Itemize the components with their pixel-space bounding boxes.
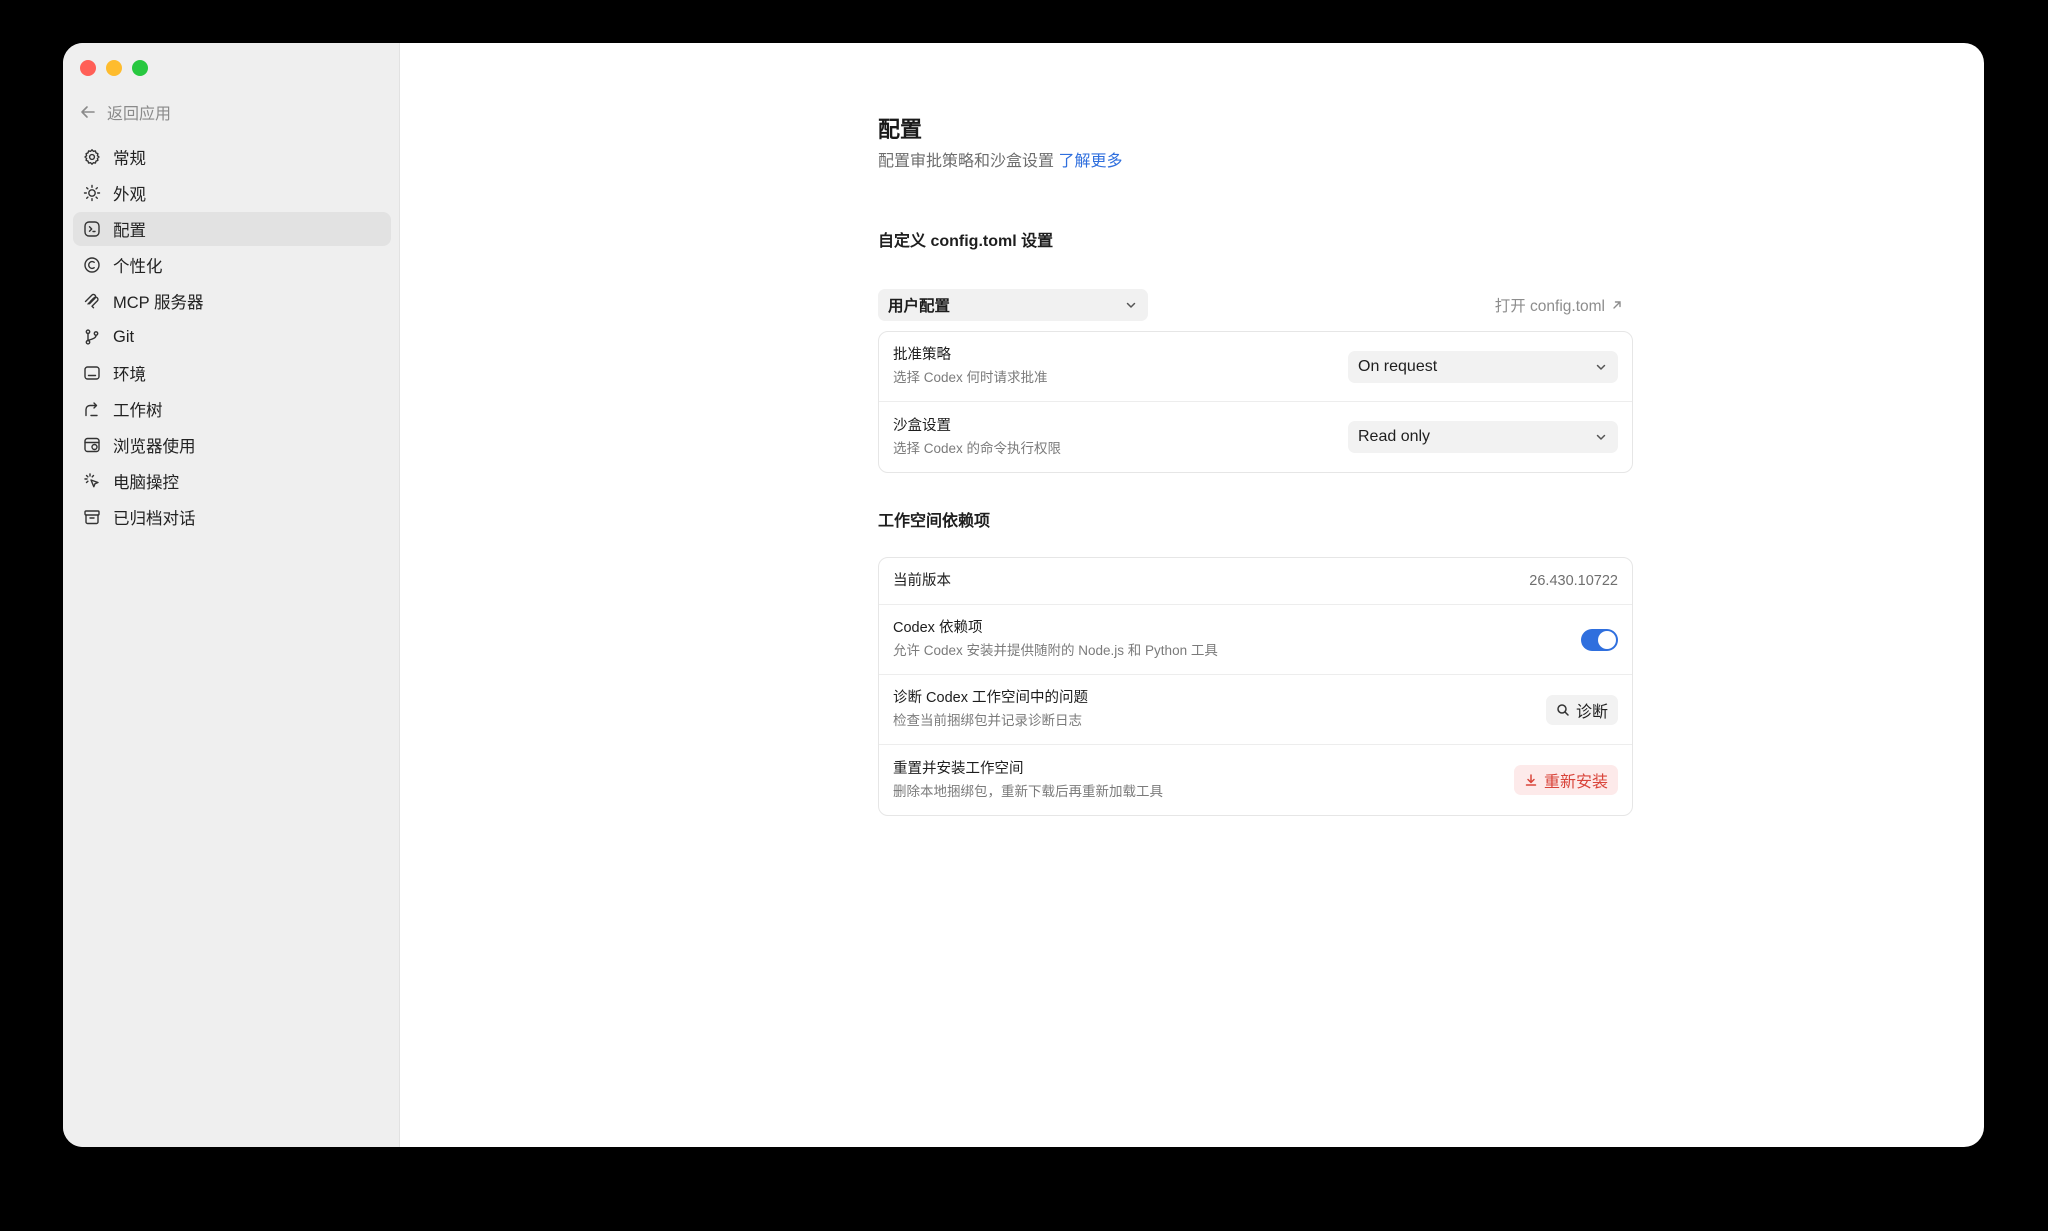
- diagnose-text: 诊断 Codex 工作空间中的问题 检查当前捆绑包并记录诊断日志: [893, 688, 1088, 731]
- git-branch-icon: [85, 329, 99, 345]
- open-config-link[interactable]: 打开 config.toml: [1495, 294, 1623, 316]
- subtitle-text: 配置审批策略和沙盒设置: [878, 153, 1055, 170]
- diagnose-button-label: 诊断: [1575, 703, 1608, 721]
- sidebar-item-label: 常规: [113, 150, 146, 168]
- open-config-label: 打开 config.toml: [1494, 298, 1605, 315]
- sandbox-label: 沙盒设置: [893, 417, 951, 434]
- sandbox-text: 沙盒设置 选择 Codex 的命令执行权限: [893, 416, 1061, 459]
- custom-config-section-title: 自定义 config.toml 设置: [878, 233, 1054, 250]
- download-icon: [1525, 774, 1537, 786]
- chevron-down-icon: [1126, 302, 1136, 308]
- maximize-window-button[interactable]: [132, 60, 148, 76]
- profile-select-value: 用户配置: [888, 298, 951, 315]
- close-window-button[interactable]: [80, 60, 96, 76]
- sandbox-select[interactable]: Read only: [1348, 421, 1618, 453]
- mcp-icon: [84, 293, 99, 309]
- reset-desc: 删除本地捆绑包，重新下载后再重新加载工具: [893, 783, 1163, 799]
- workspace-card: 当前版本 26.430.10722 Codex 依赖项 允许 Codex 安装并…: [878, 557, 1633, 816]
- sidebar-item-archived-chats[interactable]: 已归档对话: [73, 500, 391, 534]
- sidebar-item-personalization[interactable]: 个性化: [73, 248, 391, 282]
- version-row: 当前版本 26.430.10722: [879, 558, 1632, 605]
- sidebar-item-label: 电脑操控: [113, 474, 179, 492]
- sidebar-item-environment[interactable]: 环境: [73, 356, 391, 390]
- minimize-window-button[interactable]: [106, 60, 122, 76]
- version-text: 当前版本: [893, 571, 951, 591]
- policy-card: 批准策略 选择 Codex 何时请求批准 On request 沙盒设置 选择 …: [878, 331, 1633, 473]
- toggle-knob: [1598, 630, 1616, 649]
- approval-policy-row: 批准策略 选择 Codex 何时请求批准 On request: [879, 332, 1632, 402]
- profile-select[interactable]: 用户配置: [878, 289, 1148, 321]
- main-panel: 配置 配置审批策略和沙盒设置 了解更多 自定义 config.toml 设置 用…: [400, 43, 1984, 1147]
- workspace-section-title: 工作空间依赖项: [878, 513, 991, 530]
- approval-policy-text: 批准策略 选择 Codex 何时请求批准: [893, 345, 1048, 388]
- sidebar-item-computer-control[interactable]: 电脑操控: [73, 464, 391, 498]
- reset-row: 重置并安装工作空间 删除本地捆绑包，重新下载后再重新加载工具 重新安装: [879, 745, 1632, 815]
- sun-icon: [83, 184, 101, 202]
- chevron-down-icon: [1596, 434, 1606, 440]
- sidebar-item-browser-use[interactable]: 浏览器使用: [73, 428, 391, 462]
- sidebar-item-git[interactable]: Git: [73, 320, 391, 354]
- codex-deps-desc: 允许 Codex 安装并提供随附的 Node.js 和 Python 工具: [893, 643, 1218, 658]
- codex-deps-text: Codex 依赖项 允许 Codex 安装并提供随附的 Node.js 和 Py…: [893, 618, 1218, 661]
- version-value: 26.430.10722: [1529, 573, 1618, 589]
- approval-policy-desc: 选择 Codex 何时请求批准: [893, 370, 1048, 385]
- back-to-app-button[interactable]: 返回应用: [79, 99, 171, 125]
- config-content: 配置 配置审批策略和沙盒设置 了解更多 自定义 config.toml 设置 用…: [878, 115, 1633, 816]
- version-label: 当前版本: [893, 573, 951, 589]
- reset-text: 重置并安装工作空间 删除本地捆绑包，重新下载后再重新加载工具: [893, 759, 1163, 802]
- personalize-icon: [84, 257, 100, 273]
- sidebar-item-label: MCP 服务器: [113, 294, 204, 312]
- diagnose-label: 诊断 Codex 工作空间中的问题: [893, 690, 1088, 706]
- approval-policy-value: On request: [1358, 357, 1438, 375]
- sidebar-item-label: 个性化: [113, 258, 163, 276]
- diagnose-desc: 检查当前捆绑包并记录诊断日志: [893, 713, 1082, 728]
- sidebar-item-appearance[interactable]: 外观: [73, 176, 391, 210]
- back-label: 返回应用: [107, 106, 172, 123]
- reinstall-button-label: 重新安装: [1543, 774, 1608, 791]
- learn-more-link[interactable]: 了解更多: [1058, 153, 1122, 170]
- worktree-icon: [85, 402, 98, 417]
- reset-label: 重置并安装工作空间: [893, 760, 1024, 777]
- diagnose-button[interactable]: 诊断: [1545, 694, 1618, 725]
- sidebar-item-label: Git: [113, 327, 135, 346]
- sandbox-value: Read only: [1358, 428, 1431, 445]
- config-toolbar: 用户配置 打开 config.toml: [878, 289, 1633, 321]
- sidebar: 返回应用 常规 外观 配置 个性化 MCP 服务器 Git 环境 工作树 浏览器…: [63, 43, 400, 1147]
- codex-deps-toggle[interactable]: [1581, 628, 1618, 651]
- sidebar-item-label: 外观: [113, 186, 146, 204]
- cursor-click-icon: [84, 473, 99, 488]
- sidebar-item-mcp-servers[interactable]: MCP 服务器: [73, 284, 391, 318]
- sidebar-item-label: 已归档对话: [113, 510, 196, 528]
- archive-icon: [84, 510, 100, 525]
- reinstall-button[interactable]: 重新安装: [1513, 765, 1618, 795]
- page-title: 配置: [878, 117, 923, 142]
- sidebar-item-config[interactable]: 配置: [73, 212, 391, 246]
- sandbox-desc: 选择 Codex 的命令执行权限: [893, 440, 1062, 456]
- codex-deps-row: Codex 依赖项 允许 Codex 安装并提供随附的 Node.js 和 Py…: [879, 605, 1632, 675]
- sidebar-item-label: 工作树: [113, 402, 163, 420]
- window-controls: [80, 60, 148, 76]
- page-subtitle: 配置审批策略和沙盒设置 了解更多: [878, 151, 1633, 173]
- codex-deps-label: Codex 依赖项: [893, 620, 983, 636]
- code-badge-icon: [84, 221, 100, 237]
- settings-window: 返回应用 常规 外观 配置 个性化 MCP 服务器 Git 环境 工作树 浏览器…: [63, 43, 1984, 1147]
- approval-policy-select[interactable]: On request: [1348, 350, 1618, 383]
- sidebar-item-worktree[interactable]: 工作树: [73, 392, 391, 426]
- settings-nav: 常规 外观 配置 个性化 MCP 服务器 Git 环境 工作树 浏览器使用 电脑…: [73, 140, 391, 536]
- approval-policy-label: 批准策略: [893, 347, 951, 363]
- sidebar-item-label: 环境: [113, 366, 146, 384]
- terminal-icon: [84, 366, 100, 380]
- sidebar-item-label: 配置: [113, 222, 146, 240]
- sidebar-item-label: 浏览器使用: [113, 438, 196, 456]
- chevron-down-icon: [1596, 364, 1606, 370]
- gear-icon: [84, 149, 100, 165]
- browser-icon: [84, 437, 100, 453]
- sandbox-row: 沙盒设置 选择 Codex 的命令执行权限 Read only: [879, 402, 1632, 472]
- diagnose-row: 诊断 Codex 工作空间中的问题 检查当前捆绑包并记录诊断日志 诊断: [879, 675, 1632, 745]
- sidebar-item-general[interactable]: 常规: [73, 140, 391, 174]
- search-icon: [1557, 703, 1569, 716]
- external-arrow-icon: [1613, 301, 1621, 309]
- arrow-left-icon: [81, 106, 95, 118]
